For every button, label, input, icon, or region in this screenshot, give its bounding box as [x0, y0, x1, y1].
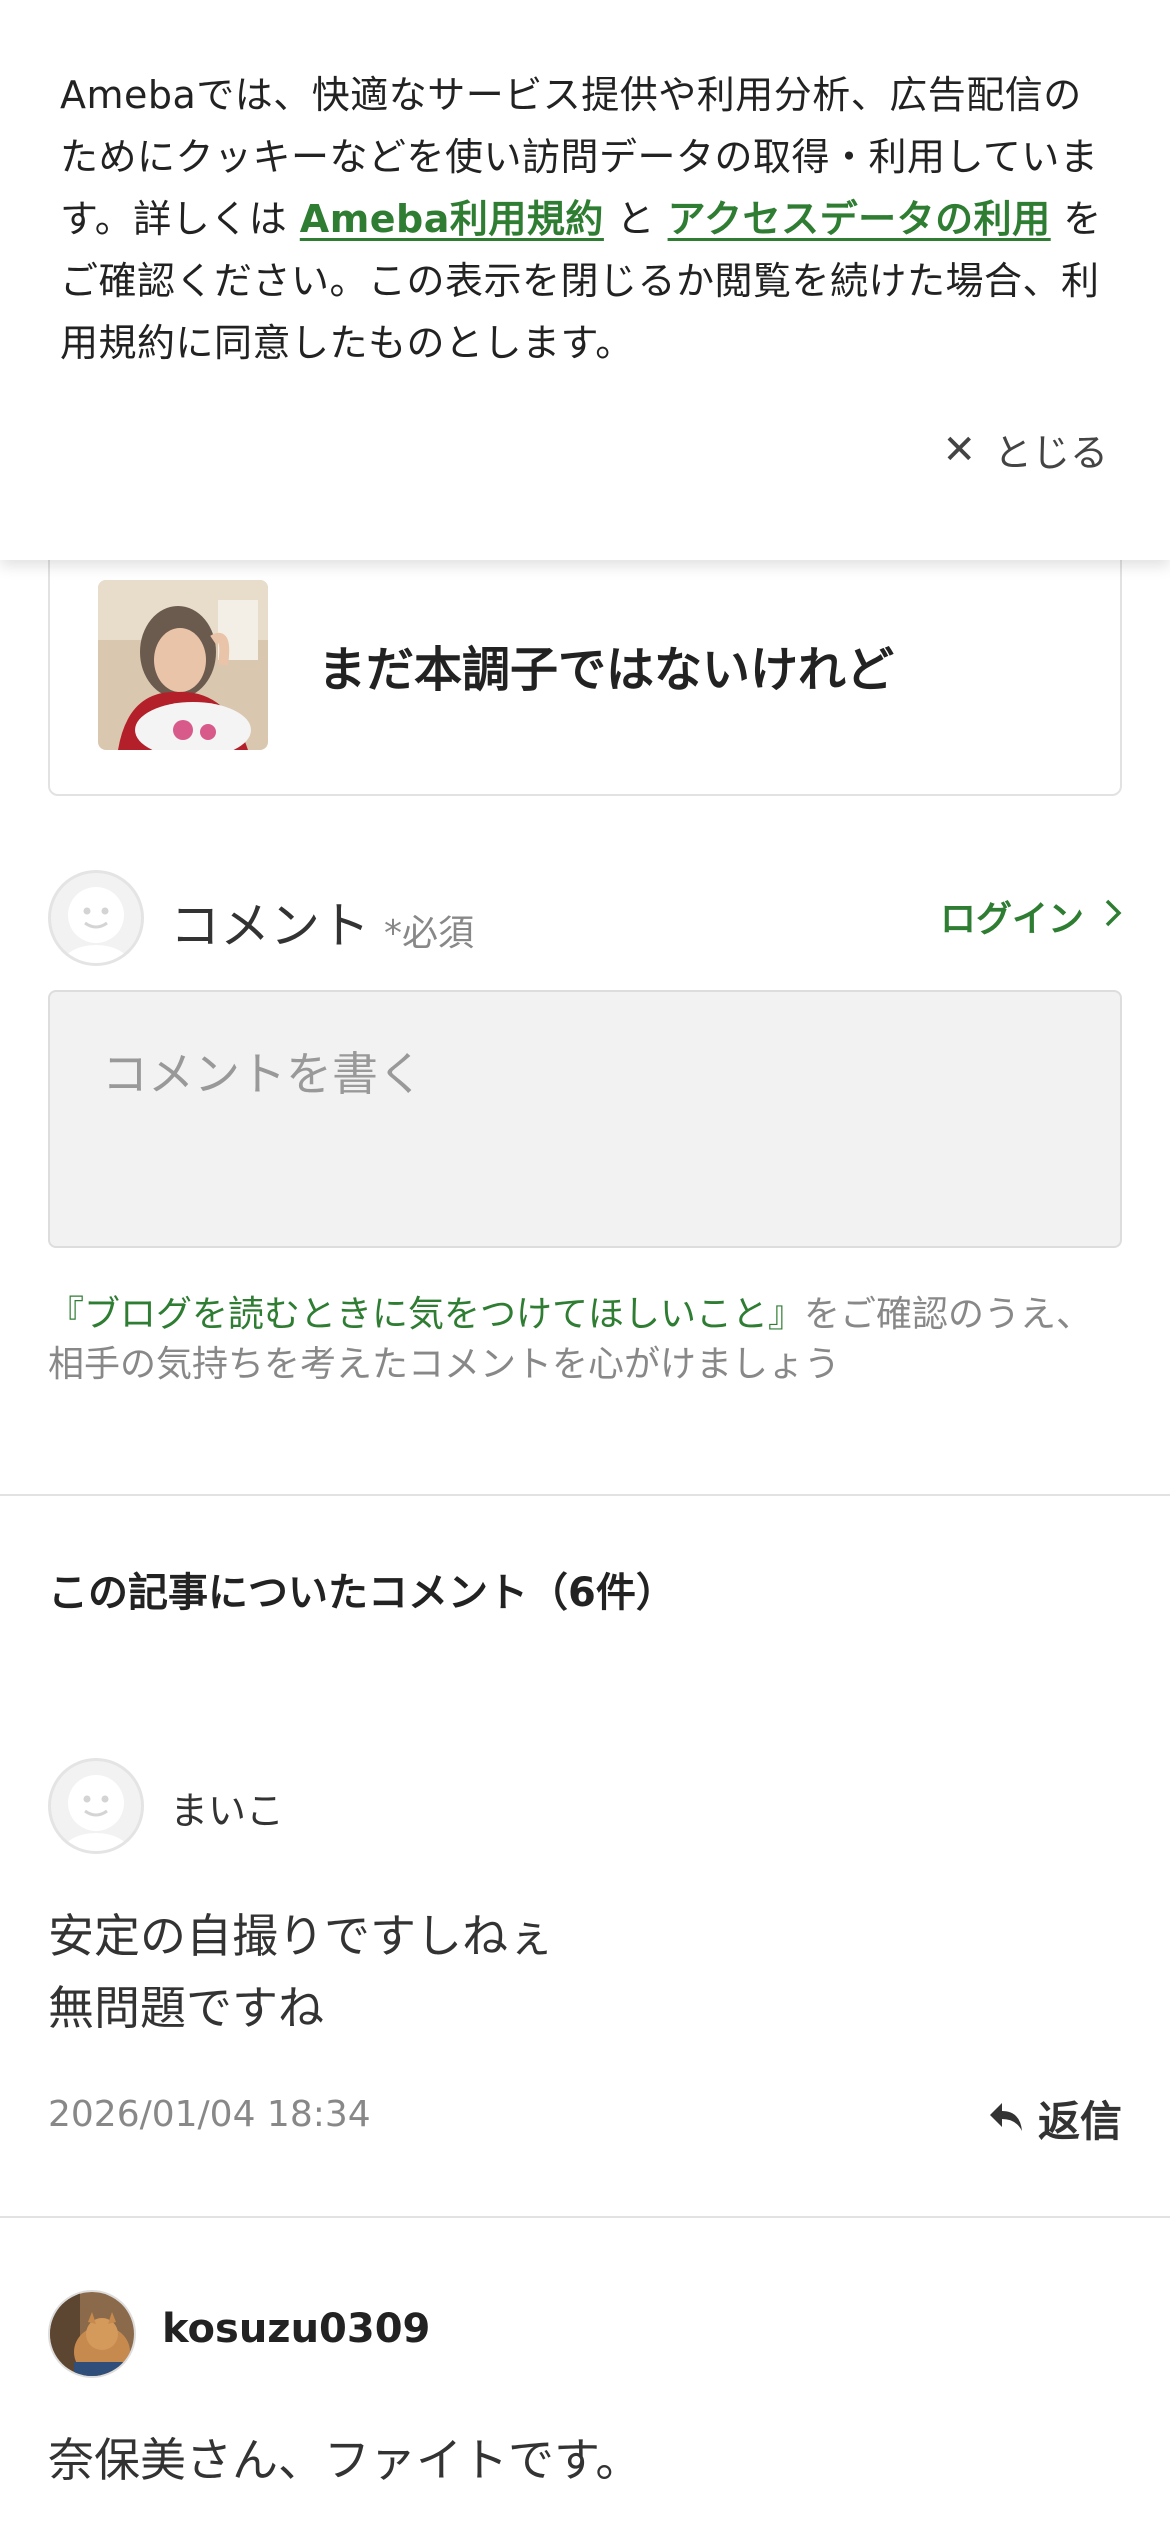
comments-section-title: この記事についたコメント（6件） [48, 1570, 676, 1616]
reply-button[interactable]: 返信 [988, 2088, 1122, 2149]
blog-thumbnail-image [98, 580, 268, 750]
cookie-close-button[interactable]: ✕ とじる [942, 422, 1108, 477]
close-icon: ✕ [942, 426, 976, 473]
cookie-text-part2: と [603, 197, 668, 241]
blog-guideline-link[interactable]: 『ブログを読むときに気をつけてほしいこと』 [48, 1294, 804, 1335]
comment-body-line: 安定の自撮りですしねぇ [48, 1909, 554, 1963]
comment-body: 安定の自撮りですしねぇ 無問題ですね [48, 1900, 554, 2044]
user-avatar[interactable] [48, 2290, 136, 2378]
default-avatar-icon [48, 1758, 144, 1854]
cookie-close-label: とじる [993, 431, 1108, 475]
default-avatar-icon [48, 870, 144, 966]
comment-body-line: 無問題ですね [48, 1981, 324, 2035]
comment-form-header: コメント *必須 ログイン [48, 868, 1122, 968]
reply-arrow-icon [988, 2094, 1024, 2143]
comment-body: 奈保美さん、ファイトです。 [48, 2424, 641, 2496]
comment-divider [0, 2216, 1170, 2218]
comment-textarea[interactable] [48, 990, 1122, 1248]
section-divider [0, 1494, 1170, 1496]
comment-author[interactable]: まいこ [170, 1780, 284, 1835]
ameba-terms-link[interactable]: Ameba利用規約 [300, 197, 604, 241]
login-label: ログイン [939, 899, 1084, 940]
comment-guideline: 『ブログを読むときに気をつけてほしいこと』をご確認のうえ、相手の気持ちを考えたコ… [48, 1290, 1128, 1390]
comment-body-line: 奈保美さん、ファイトです。 [48, 2433, 642, 2487]
blog-article-card[interactable]: まだ本調子ではないけれど [48, 520, 1122, 796]
comment-form-label: コメント [170, 897, 370, 955]
access-data-link[interactable]: アクセスデータの利用 [668, 197, 1051, 241]
reply-label: 返信 [1037, 2097, 1122, 2146]
comment-date: 2026/01/04 18:34 [48, 2094, 371, 2135]
chevron-right-icon [1104, 896, 1122, 937]
cookie-consent-text: Amebaでは、快適なサービス提供や利用分析、広告配信のためにクッキーなどを使い… [60, 64, 1110, 374]
cookie-consent-banner: Amebaでは、快適なサービス提供や利用分析、広告配信のためにクッキーなどを使い… [0, 0, 1170, 560]
blog-article-title: まだ本調子ではないけれど [318, 642, 895, 698]
required-mark: *必須 [384, 913, 475, 954]
login-link[interactable]: ログイン [940, 890, 1122, 942]
comment-author[interactable]: kosuzu0309 [162, 2306, 430, 2352]
